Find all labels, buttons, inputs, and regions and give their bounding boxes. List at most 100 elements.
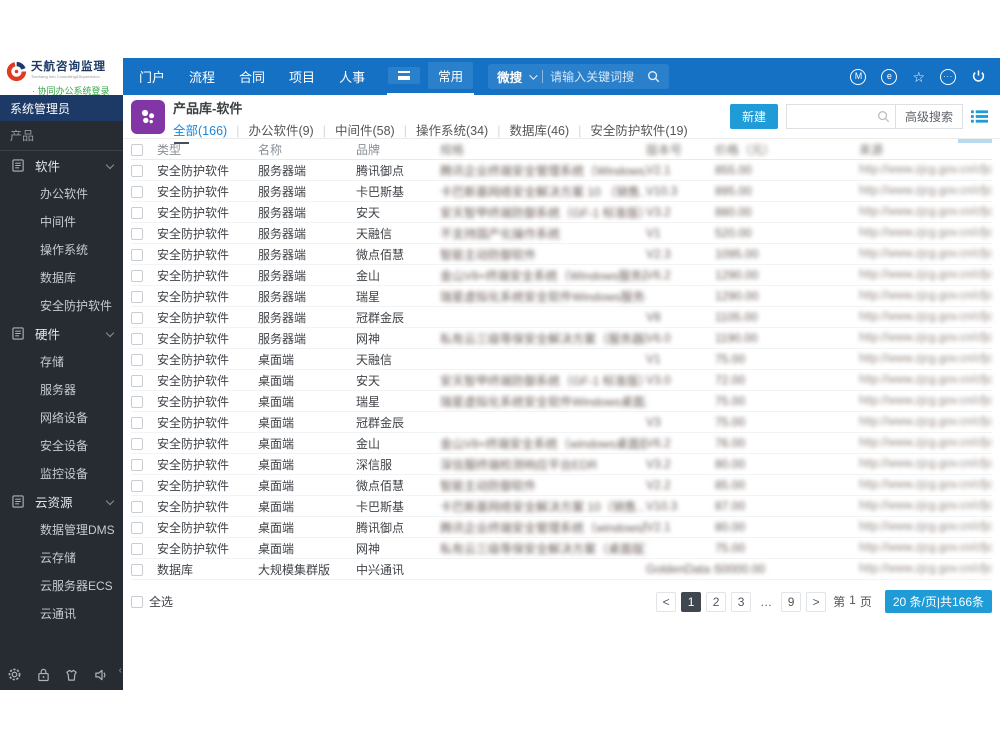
row-checkbox[interactable] [131, 164, 143, 177]
sidebar-item-3-4[interactable]: 云通讯 [0, 599, 123, 627]
sidebar-collapse-icon[interactable]: ‹ [119, 665, 122, 676]
table-search-input[interactable] [787, 105, 895, 128]
sidebar-item-3-3[interactable]: 云服务器ECS [0, 571, 123, 599]
table-row[interactable]: 安全防护软件 桌面端 卡巴斯基 卡巴斯基网络安全解决方案 10（销售… +10…V10… [131, 496, 992, 517]
table-row[interactable]: 安全防护软件 桌面端 瑞星 瑞星虚拟化系统安全软件Windows桌面版 75.00 htt… [131, 391, 992, 412]
table-row[interactable]: 安全防护软件 桌面端 冠群金辰 V3 75.00 http://www.zjcg.gov.… [131, 412, 992, 433]
row-checkbox[interactable] [131, 248, 143, 261]
table-row[interactable]: 安全防护软件 服务器端 冠群金辰 V8 1105.00 http://www.zjcg.g… [131, 307, 992, 328]
row-checkbox[interactable] [131, 542, 143, 555]
power-icon[interactable] [971, 69, 986, 84]
table-row[interactable]: 安全防护软件 服务器端 瑞星 瑞星虚拟化系统安全软件Windows服务器版 1290.0… [131, 286, 992, 307]
row-checkbox[interactable] [131, 458, 143, 471]
search-input[interactable] [550, 69, 641, 84]
row-checkbox[interactable] [131, 353, 143, 366]
nav-item-4[interactable]: 项目 [289, 67, 315, 86]
row-checkbox[interactable] [131, 269, 143, 282]
more-icon[interactable]: ··· [940, 68, 956, 85]
page-button-3[interactable]: 3 [731, 591, 752, 612]
page-button-1[interactable]: 1 [681, 591, 702, 612]
row-checkbox[interactable] [131, 185, 143, 198]
header-checkbox[interactable] [131, 143, 143, 156]
sidebar-item-1-3[interactable]: 操作系统 [0, 235, 123, 263]
table-row[interactable]: 安全防护软件 桌面端 腾讯御点 腾讯企业终端安全管理系统（windows版）V2.1V… [131, 517, 992, 538]
sidebar-item-2-2[interactable]: 服务器 [0, 375, 123, 403]
prev-page-button[interactable]: < [656, 591, 677, 612]
page-button-2[interactable]: 2 [706, 591, 727, 612]
cell: 安全防护软件 [157, 205, 230, 220]
table-row[interactable]: 安全防护软件 桌面端 深信服 深信服终端检测响应平台EDR V3.2 80.00 http:… [131, 454, 992, 475]
scrollbar-thumb[interactable] [958, 139, 992, 143]
row-checkbox[interactable] [131, 374, 143, 387]
page-button-9[interactable]: 9 [781, 591, 802, 612]
sidebar-item-1-2[interactable]: 中间件 [0, 207, 123, 235]
table-row[interactable]: 安全防护软件 服务器端 微点佰慧 智能主动防御软件 V2.3 1095.00 http://… [131, 244, 992, 265]
cell: 87.00 [715, 499, 746, 513]
sidebar-item-1-1[interactable]: 办公软件 [0, 179, 123, 207]
row-checkbox[interactable] [131, 563, 143, 576]
row-checkbox[interactable] [131, 479, 143, 492]
sidebar-item-2-3[interactable]: 网络设备 [0, 403, 123, 431]
list-view-icon[interactable] [971, 109, 988, 124]
table-row[interactable]: 安全防护软件 服务器端 安天 安天智甲终端防御系统（GF-1 标准版） V3.2 880.… [131, 202, 992, 223]
gear-icon[interactable] [7, 667, 22, 682]
row-checkbox[interactable] [131, 227, 143, 240]
select-all[interactable]: 全选 [131, 593, 173, 610]
shirt-theme-icon[interactable] [64, 668, 79, 682]
table-row[interactable]: 安全防护软件 桌面端 网神 私有云三级等保安全解决方案（桌面版） 75.00 http:/… [131, 538, 992, 559]
sidebar-item-1-4[interactable]: 数据库 [0, 263, 123, 291]
cell: 安全防护软件 [157, 541, 230, 556]
nav-item-1[interactable]: 门户 [139, 67, 165, 86]
row-checkbox[interactable] [131, 206, 143, 219]
sidebar-item-2-5[interactable]: 监控设备 [0, 459, 123, 487]
nav-item-3[interactable]: 合同 [239, 67, 265, 86]
table-row[interactable]: 安全防护软件 桌面端 天融信 V1 75.00 http://www.zjcg.gov.c… [131, 349, 992, 370]
table-row[interactable]: 安全防护软件 服务器端 金山 金山V8+终端安全系统（Windows服务器版）V6.2… [131, 265, 992, 286]
per-page-selector[interactable]: 20 条/页|共166条 [884, 590, 992, 613]
table-row[interactable]: 数据库 大规模集群版 中兴通讯 GoldenData s…50000.00 http:/… [131, 559, 992, 580]
row-checkbox[interactable] [131, 521, 143, 534]
sidebar-item-3-1[interactable]: 数据管理DMS [0, 515, 123, 543]
table-row[interactable]: 安全防护软件 服务器端 卡巴斯基 卡巴斯基网络安全解决方案 10 （销售… V10.3 8… [131, 181, 992, 202]
nav-item-2[interactable]: 流程 [189, 67, 215, 86]
cell: 安全防护软件 [157, 499, 230, 514]
row-checkbox[interactable] [131, 332, 143, 345]
row-checkbox[interactable] [131, 311, 143, 324]
chevron-down-icon[interactable] [529, 70, 538, 80]
search-scope-label[interactable]: 微搜 [497, 67, 522, 86]
row-checkbox[interactable] [131, 500, 143, 513]
cell: 卡巴斯基 [356, 499, 405, 514]
messenger-m-icon[interactable]: M [850, 68, 867, 85]
new-button[interactable]: 新建 [729, 104, 778, 129]
nav-menu-button[interactable] [388, 67, 421, 84]
sidebar-group-1[interactable]: 软件 [0, 151, 123, 179]
advanced-search-button[interactable]: 高级搜索 [894, 105, 962, 128]
speaker-icon[interactable] [94, 668, 109, 682]
search-icon[interactable] [647, 70, 660, 83]
row-checkbox[interactable] [131, 416, 143, 429]
table-row[interactable]: 安全防护软件 服务器端 天融信 不支持国产化操作系统 V1 520.00 http://ww… [131, 223, 992, 244]
cell: http://www.zjcg.gov.cn/cfjcg/ [859, 458, 992, 470]
row-checkbox[interactable] [131, 290, 143, 303]
lock-icon[interactable] [37, 667, 50, 682]
table-row[interactable]: 安全防护软件 桌面端 安天 安天智甲终端防御系统（GF-1 标准版） V3.0 72.00… [131, 370, 992, 391]
sidebar-item-2-1[interactable]: 存储 [0, 347, 123, 375]
sidebar-group-2[interactable]: 硬件 [0, 319, 123, 347]
nav-item-5[interactable]: 人事 [339, 67, 365, 86]
next-page-button[interactable]: > [806, 591, 827, 612]
sidebar-item-1-5[interactable]: 安全防护软件 [0, 291, 123, 319]
table-row[interactable]: 安全防护软件 服务器端 腾讯御点 腾讯企业终端安全管理系统（Windows版） V2.1… [131, 160, 992, 181]
row-checkbox[interactable] [131, 395, 143, 408]
sidebar-item-2-4[interactable]: 安全设备 [0, 431, 123, 459]
chat-e-icon[interactable]: e [881, 68, 898, 85]
sidebar-group-3[interactable]: 云资源 [0, 487, 123, 515]
star-icon[interactable]: ☆ [912, 70, 925, 84]
table-row[interactable]: 安全防护软件 桌面端 金山 金山V8+终端安全系统（windows桌面版） V6.2 76… [131, 433, 992, 454]
table-row[interactable]: 安全防护软件 服务器端 网神 私有云三级等保安全解决方案（服务器版） V6.0 1190.… [131, 328, 992, 349]
nav-favorites-tab[interactable]: 常用 [428, 62, 474, 89]
select-all-checkbox[interactable] [131, 595, 143, 608]
sidebar-role-header[interactable]: 系统管理员 [0, 95, 123, 121]
row-checkbox[interactable] [131, 437, 143, 450]
sidebar-item-3-2[interactable]: 云存储 [0, 543, 123, 571]
table-row[interactable]: 安全防护软件 桌面端 微点佰慧 智能主动防御软件 V2.2 85.00 http://www… [131, 475, 992, 496]
